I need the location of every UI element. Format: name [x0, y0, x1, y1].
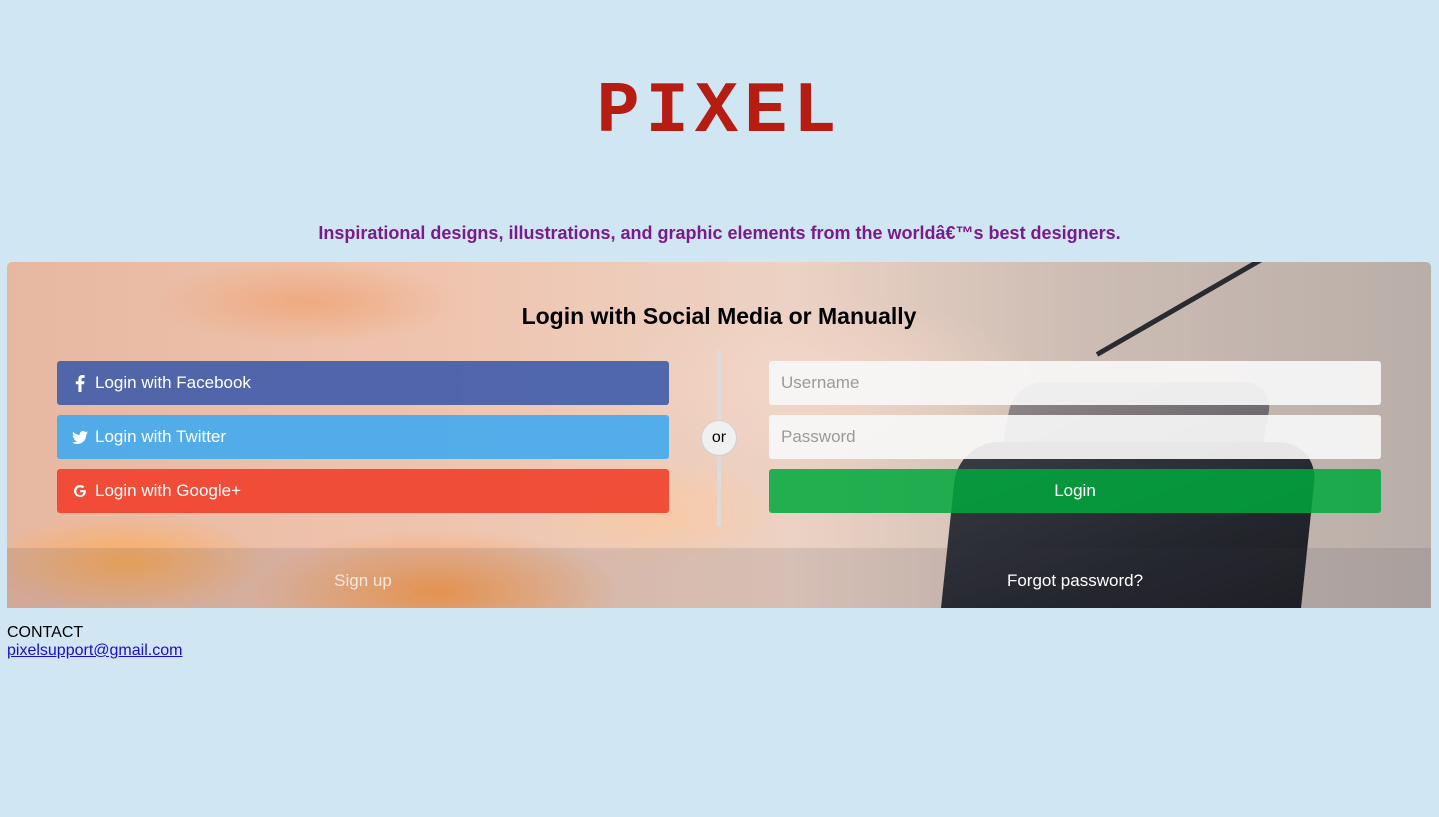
forgot-password-link[interactable]: Forgot password?: [719, 571, 1431, 591]
login-google-label: Login with Google+: [95, 481, 242, 500]
login-facebook-button[interactable]: Login with Facebook: [57, 361, 669, 405]
login-panel-title: Login with Social Media or Manually: [521, 303, 917, 329]
or-separator: or: [701, 420, 737, 456]
login-twitter-label: Login with Twitter: [95, 427, 227, 446]
contact-heading: CONTACT: [7, 624, 84, 641]
login-twitter-button[interactable]: Login with Twitter: [57, 415, 669, 459]
username-input[interactable]: [769, 361, 1381, 405]
page: PIXEL Inspirational designs, illustratio…: [0, 0, 1439, 817]
contact-email-link[interactable]: pixelsupport@gmail.com: [7, 641, 182, 660]
facebook-icon: [72, 361, 88, 405]
login-button[interactable]: Login: [769, 469, 1381, 513]
twitter-icon: [72, 415, 88, 459]
login-google-button[interactable]: Login with Google+: [57, 469, 669, 513]
site-logo: PIXEL: [596, 71, 843, 153]
login-facebook-label: Login with Facebook: [95, 373, 251, 392]
login-panel: Login with Social Media or Manually Logi…: [7, 262, 1431, 608]
password-input[interactable]: [769, 415, 1381, 459]
google-icon: [72, 469, 88, 513]
signup-link[interactable]: Sign up: [7, 571, 719, 591]
site-tagline: Inspirational designs, illustrations, an…: [318, 223, 1121, 243]
